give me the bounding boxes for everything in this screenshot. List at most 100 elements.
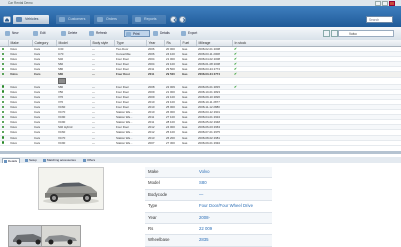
- status-dot-icon: [2, 68, 5, 71]
- edit-button[interactable]: Edit: [32, 30, 58, 37]
- button-label: Delete: [68, 31, 78, 35]
- checkmark-icon: ✔: [234, 62, 237, 67]
- tab-label: Offers: [87, 157, 96, 162]
- property-value[interactable]: S80: [199, 178, 207, 188]
- print-icon: [126, 32, 131, 37]
- document-icon: [97, 17, 103, 22]
- tab-label: Matching accessories: [47, 157, 76, 162]
- property-key: Rs: [148, 225, 154, 231]
- export-button[interactable]: Export: [180, 30, 208, 37]
- status-dot-icon: [2, 73, 5, 76]
- maximize-icon[interactable]: [382, 0, 388, 6]
- cell-fuel: Gas: [180, 140, 196, 146]
- setup-icon: [25, 159, 28, 162]
- button-label: Edit: [40, 31, 46, 35]
- tab-reports[interactable]: Reports: [132, 15, 166, 24]
- status-dot-icon: [2, 141, 5, 144]
- vehicle-properties: Make Volvo Model S80 Bodycode — Type Four Door/…: [145, 167, 272, 247]
- status-dot-icon: [2, 95, 5, 98]
- tab-label: Customers: [68, 17, 86, 21]
- property-value[interactable]: —: [199, 190, 203, 200]
- property-row: Rs 22 009: [145, 224, 272, 236]
- checkmark-icon: ✔: [234, 47, 237, 51]
- settings-icon[interactable]: [331, 30, 338, 37]
- table-row[interactable]: Volvo Cars XC90— Station Wa... 2007 27 300 Gas…: [0, 140, 401, 146]
- details-button[interactable]: Details: [152, 30, 178, 37]
- cell-category: Cars: [32, 140, 56, 146]
- status-dot-icon: [2, 131, 5, 134]
- property-row: Bodycode —: [145, 189, 272, 202]
- property-key: Model: [148, 180, 160, 186]
- property-value[interactable]: Four Door/Four Wheel Drive: [199, 201, 253, 211]
- status-dot-icon: [2, 52, 5, 56]
- filter-icon[interactable]: [323, 30, 330, 37]
- property-row: Type Four Door/Four Wheel Drive: [145, 201, 272, 213]
- accessories-icon: [43, 159, 46, 162]
- toolbar: New Edit Delete Refresh Print Details Ex…: [0, 27, 401, 41]
- checkmark-icon: ✔: [234, 72, 237, 77]
- details-icon: [153, 31, 158, 36]
- global-search-input[interactable]: Search: [366, 16, 393, 23]
- property-key: Make: [148, 169, 159, 174]
- tab-vehicles[interactable]: Vehicles: [13, 15, 49, 24]
- status-dot-icon: [2, 47, 5, 50]
- status-dot-icon: [2, 58, 5, 61]
- property-key: Wheelbase: [148, 237, 170, 243]
- cell-mileage: 2008-09-01 2994: [196, 140, 232, 146]
- button-label: Export: [188, 31, 198, 35]
- status-dot-icon: [2, 100, 5, 103]
- home-icon[interactable]: [3, 16, 11, 23]
- property-row: Wheelbase 2835: [145, 235, 272, 247]
- property-value[interactable]: 22 009: [199, 224, 212, 234]
- cell-make: Volvo: [8, 140, 32, 146]
- close-icon[interactable]: [389, 0, 395, 6]
- forward-button[interactable]: [179, 16, 186, 23]
- checkmark-icon: ✔: [234, 67, 237, 72]
- status-dot-icon: [2, 85, 5, 88]
- new-button[interactable]: New: [4, 30, 30, 37]
- details-panel: Make Volvo Model S80 Bodycode — Type Four Door/…: [0, 163, 401, 247]
- status-dot-icon: [2, 121, 5, 124]
- property-value[interactable]: 2008-: [199, 213, 210, 223]
- tab-label: Reports: [144, 17, 157, 21]
- car-photo: [38, 167, 104, 210]
- property-value[interactable]: Volvo: [199, 167, 210, 177]
- back-button[interactable]: [170, 16, 177, 23]
- filter-input[interactable]: Volvo: [338, 30, 394, 37]
- tab-label: Orders: [106, 17, 117, 21]
- tab-orders[interactable]: Orders: [94, 15, 128, 24]
- cell-type: Station Wa...: [114, 140, 146, 146]
- status-dot-icon: [2, 126, 5, 129]
- status-dot-icon: [2, 105, 5, 108]
- vehicles-grid: Make Category Model Body style Type Year Rs Fue…: [0, 40, 401, 154]
- tab-label: Setup: [29, 157, 37, 162]
- arrow-right-icon: [182, 18, 186, 23]
- status-cell: [0, 140, 8, 146]
- car-thumbnail-icon[interactable]: [58, 77, 66, 84]
- minimize-icon[interactable]: [375, 0, 381, 6]
- export-icon: [181, 31, 186, 36]
- tab-customers[interactable]: Customers: [56, 15, 90, 24]
- status-dot-icon: [2, 63, 5, 66]
- row-preview: [0, 77, 401, 85]
- refresh-icon: [89, 31, 94, 36]
- status-dot-icon: [2, 90, 5, 93]
- property-key: Bodycode: [148, 191, 168, 197]
- cell-model: XC90: [56, 140, 90, 146]
- delete-button[interactable]: Delete: [60, 30, 86, 37]
- offers-icon: [83, 159, 86, 162]
- people-icon: [59, 17, 65, 22]
- splitter[interactable]: [0, 151, 401, 154]
- status-dot-icon: [2, 110, 5, 114]
- button-label: Refresh: [96, 31, 108, 35]
- main-tab-bar: Vehicles Customers Orders Reports Search: [0, 6, 401, 27]
- refresh-button[interactable]: Refresh: [88, 30, 114, 37]
- vehicles-table: Make Category Model Body style Type Year Rs Fue…: [0, 40, 401, 146]
- car-thumbnail[interactable]: [41, 225, 81, 247]
- print-button[interactable]: Print: [124, 30, 150, 37]
- property-value[interactable]: 2835: [199, 235, 209, 245]
- spacer: [0, 77, 56, 85]
- edit-icon: [33, 31, 38, 36]
- car-icon: [16, 17, 22, 22]
- property-key: Type: [148, 203, 158, 209]
